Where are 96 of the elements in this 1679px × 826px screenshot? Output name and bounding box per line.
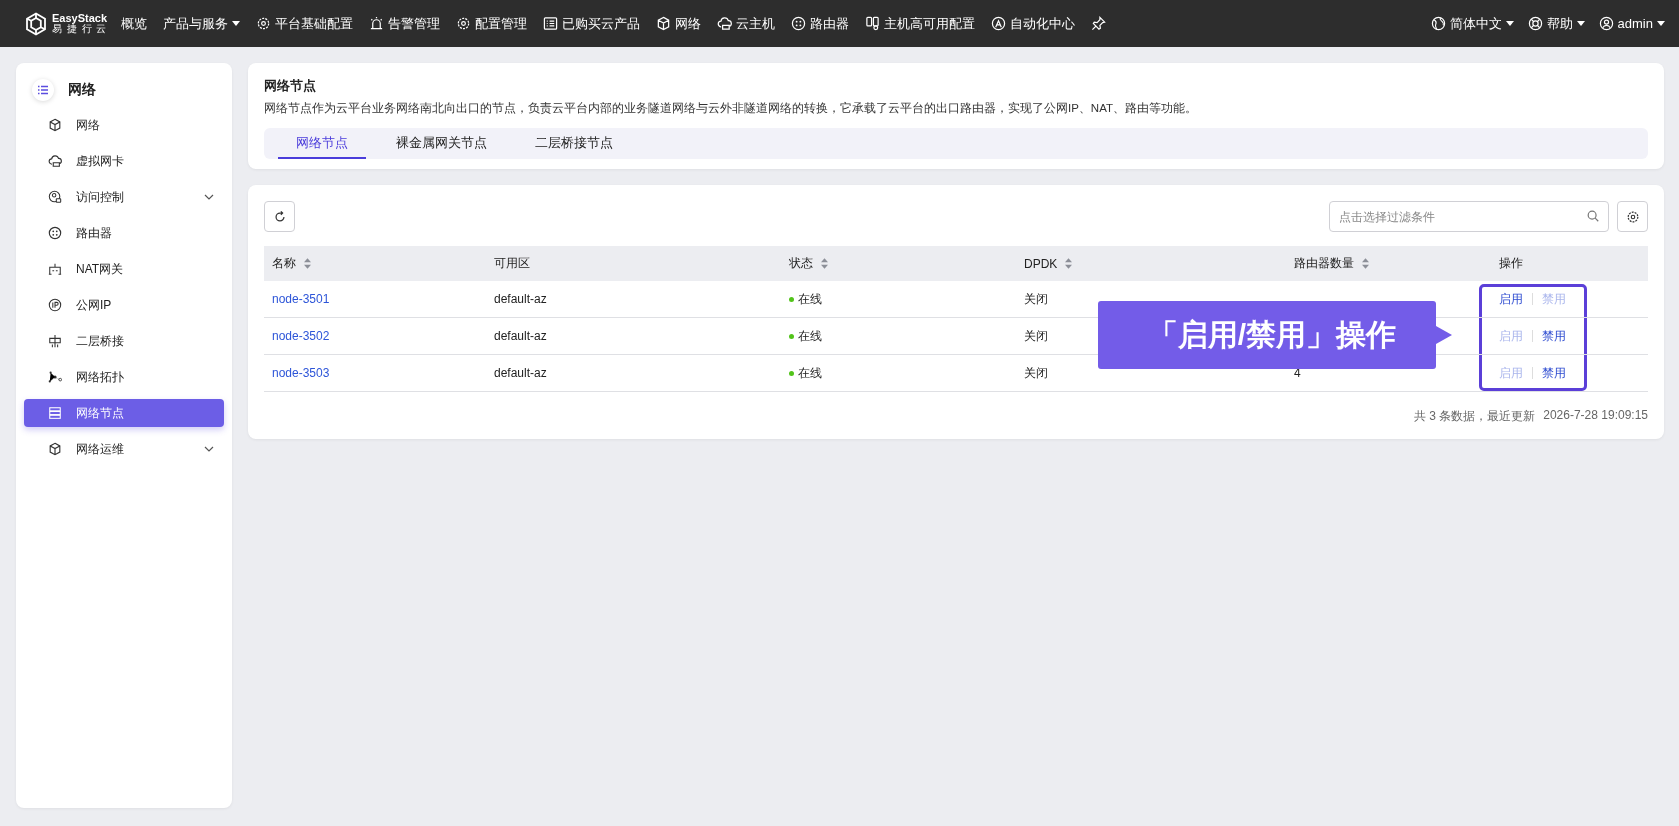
refresh-button[interactable]	[264, 201, 295, 232]
nav-item[interactable]: 配置管理	[456, 14, 528, 33]
menu-icon[interactable]	[37, 84, 49, 96]
sidebar-item[interactable]: 网络节点	[24, 399, 224, 427]
caret-icon	[1576, 21, 1585, 26]
node-link[interactable]: node-3503	[272, 366, 330, 380]
node-link[interactable]: node-3501	[272, 292, 330, 306]
nav-item[interactable]: 告警管理	[369, 14, 441, 33]
record-summary: 共 3 条数据，最近更新	[1413, 408, 1536, 425]
sort-icon[interactable]	[1362, 258, 1369, 269]
sidebar-item[interactable]: NAT网关	[24, 255, 224, 283]
column-header: 状态	[789, 255, 813, 272]
sidebar-item[interactable]: 虚拟网卡	[24, 147, 224, 175]
search-field[interactable]: 点击选择过滤条件	[1329, 201, 1609, 232]
automation-icon	[991, 16, 1007, 31]
page-title: 网络节点	[264, 77, 317, 95]
table-cell: 关闭	[1024, 328, 1048, 343]
status-text: 在线	[798, 290, 822, 308]
table-cell: 关闭	[1024, 365, 1048, 380]
server-icon	[865, 16, 881, 31]
table-cell: default-az	[494, 366, 547, 380]
alarm-icon	[369, 16, 385, 31]
menu-dropdown[interactable]: 帮助	[1527, 14, 1585, 33]
gear-icon	[256, 16, 272, 31]
tab[interactable]: 二层桥接节点	[517, 128, 631, 159]
nav-item[interactable]: 自动化中心	[991, 14, 1076, 33]
topology-icon	[48, 370, 62, 384]
nav-item[interactable]: 产品与服务	[163, 14, 241, 33]
cube-icon	[48, 442, 62, 456]
gateway-icon	[48, 262, 62, 276]
search-icon[interactable]	[1586, 209, 1600, 223]
sort-icon[interactable]	[304, 258, 311, 269]
column-header: 操作	[1499, 255, 1523, 272]
tab[interactable]: 裸金属网关节点	[378, 128, 505, 159]
cloud-icon	[48, 154, 62, 168]
bridge-icon	[48, 334, 62, 348]
sidebar-item[interactable]: 二层桥接	[24, 327, 224, 355]
table-cell: 关闭	[1024, 291, 1048, 306]
sidebar-item[interactable]: 访问控制	[24, 183, 224, 211]
nav-item[interactable]: 网络	[656, 14, 702, 33]
table-cell: default-az	[494, 292, 547, 306]
user-icon	[1598, 16, 1614, 31]
action-link[interactable]: 禁用	[1542, 364, 1566, 382]
column-header: DPDK	[1024, 256, 1058, 271]
menu-dropdown[interactable]: admin	[1598, 14, 1665, 33]
cloud-icon	[717, 16, 733, 31]
sort-icon[interactable]	[1065, 258, 1073, 269]
settings-button[interactable]	[1617, 201, 1648, 232]
logo-name: EasyStack	[52, 13, 108, 24]
sidebar-item[interactable]: 公网IP	[24, 291, 224, 319]
sidebar-item[interactable]: 网络运维	[24, 435, 224, 463]
page-description: 网络节点作为云平台业务网络南北向出口的节点，负责云平台内部的业务隧道网络与云外非隧道网络的转换，它承载了云平台的出口路由器，实现了公网IP、NAT、路由等功能。	[264, 101, 1198, 116]
nav-item[interactable]: 平台基础配置	[256, 14, 354, 33]
column-header: 可用区	[494, 255, 530, 272]
caret-icon	[1505, 21, 1514, 26]
update-time: 2026-7-28 19:09:15	[1543, 408, 1648, 424]
nav-item[interactable]: 已购买云产品	[543, 14, 641, 33]
table-cell: default-az	[494, 329, 547, 343]
logo-icon	[24, 11, 48, 36]
callout-label: 「启用/禁用」操作	[1098, 301, 1436, 369]
list-icon	[543, 16, 559, 31]
sidebar-item[interactable]: 网络拓扑	[24, 363, 224, 391]
router-icon	[48, 226, 62, 240]
server-icon	[48, 406, 62, 420]
refresh-icon	[272, 209, 287, 224]
caret-icon	[232, 21, 241, 26]
nav-item[interactable]: 云主机	[717, 14, 776, 33]
action-link[interactable]: 禁用	[1542, 327, 1566, 345]
sidebar-item[interactable]: 网络	[24, 111, 224, 139]
sidebar-item[interactable]: 路由器	[24, 219, 224, 247]
pointer-icon	[1436, 326, 1452, 344]
access-control-icon	[48, 190, 62, 204]
settings-icon	[1625, 209, 1640, 224]
nav-item[interactable]: 主机高可用配置	[865, 14, 976, 33]
status-text: 在线	[798, 327, 822, 345]
nav-item[interactable]: 概览	[121, 14, 148, 33]
column-header: 路由器数量	[1294, 255, 1354, 272]
menu-dropdown[interactable]: 简体中文	[1430, 14, 1514, 33]
gear-icon	[456, 16, 472, 31]
node-link[interactable]: node-3502	[272, 329, 330, 343]
cube-icon	[656, 16, 672, 31]
column-header: 名称	[272, 255, 296, 272]
ip-icon	[48, 298, 62, 312]
nav-item[interactable]: 路由器	[791, 14, 850, 33]
cube-icon	[48, 118, 62, 132]
help-icon	[1527, 16, 1543, 31]
sidebar-title: 网络	[68, 81, 96, 99]
status-text: 在线	[798, 364, 822, 382]
globe-icon	[1430, 16, 1446, 31]
router-icon	[791, 16, 807, 31]
tab[interactable]: 网络节点	[278, 128, 366, 159]
sort-icon[interactable]	[821, 258, 828, 269]
caret-icon	[1657, 21, 1665, 26]
pin-icon[interactable]	[1091, 16, 1107, 31]
action-link[interactable]: 启用	[1499, 290, 1523, 308]
logo-subtitle: 易 捷 行 云	[52, 24, 108, 34]
